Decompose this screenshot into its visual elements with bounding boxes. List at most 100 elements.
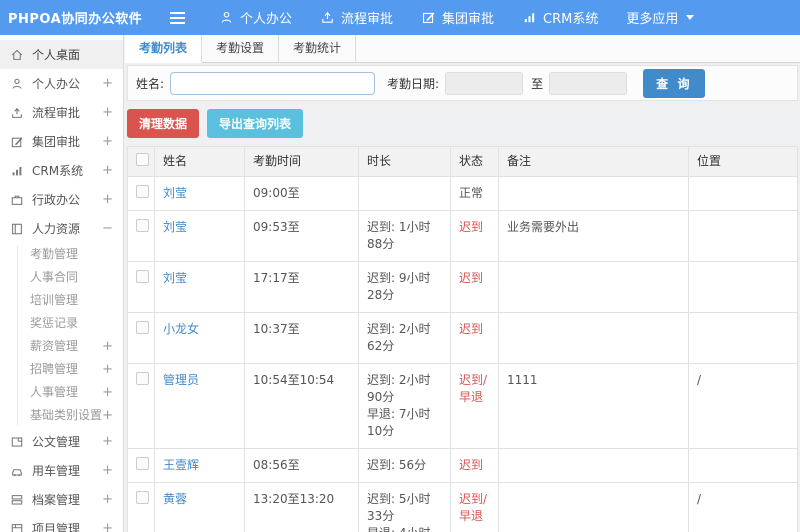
status-badge: 迟到: [459, 220, 484, 234]
employee-name-link[interactable]: 刘莹: [163, 271, 187, 285]
row-checkbox[interactable]: [136, 270, 149, 283]
expand-toggle-icon[interactable]: +: [102, 404, 113, 427]
row-checkbox[interactable]: [136, 321, 149, 334]
sidebar-item-项目管理[interactable]: 项目管理 +: [0, 514, 123, 532]
sidebar-subitem-薪资管理[interactable]: 薪资管理 +: [0, 335, 123, 358]
nav-item-更多应用[interactable]: 更多应用: [626, 8, 695, 27]
sidebar-item-label: 人力资源: [32, 222, 81, 236]
status-badge: 迟到: [459, 271, 484, 285]
to-label: 至: [531, 76, 544, 91]
date-start-input[interactable]: [445, 71, 524, 95]
tab-考勤列表[interactable]: 考勤列表: [125, 35, 203, 63]
home-icon: [11, 49, 23, 60]
row-checkbox[interactable]: [136, 457, 149, 470]
duration-cell: 迟到: 9小时28分: [358, 261, 451, 313]
sidebar-subitem-考勤管理[interactable]: 考勤管理: [0, 243, 123, 266]
attendance-time-cell: 10:54至10:54: [244, 363, 359, 449]
expand-toggle-icon[interactable]: +: [102, 381, 113, 404]
column-header-考勤时间: 考勤时间: [244, 146, 359, 177]
sidebar-subitem-人事合同[interactable]: 人事合同: [0, 266, 123, 289]
table-row: 刘莹 09:53至 迟到: 1小时88分 迟到 业务需要外出: [127, 210, 798, 262]
expand-toggle-icon[interactable]: +: [102, 335, 113, 358]
remark-cell: [498, 312, 689, 364]
sidebar-item-CRM系统[interactable]: CRM系统 +: [0, 156, 123, 185]
expand-toggle-icon[interactable]: +: [102, 76, 113, 91]
expand-toggle-icon[interactable]: +: [102, 492, 113, 507]
location-cell: [688, 448, 798, 483]
remark-cell: [498, 176, 689, 211]
project-icon: [11, 523, 23, 532]
sidebar-subitem-label: 薪资管理: [30, 339, 79, 353]
archive-icon: [11, 494, 23, 505]
app-logo: PHPOA协同办公软件: [8, 12, 143, 27]
search-button[interactable]: 查 询: [643, 68, 706, 98]
status-badge: 迟到/早退: [459, 492, 488, 523]
attendance-table: 姓名 考勤时间 时长 状态 备注 位置 刘莹 09:00至 正常 刘莹 09:53至 迟到: 1小时…: [127, 146, 798, 532]
expand-toggle-icon[interactable]: +: [102, 192, 113, 207]
sidebar: 个人桌面 个人办公 + 流程审批 + 集团审批 + CRM系统 + 行政办公 + 人力资源 − 考勤管理人…: [0, 35, 124, 532]
date-end-input[interactable]: [549, 71, 628, 95]
expand-toggle-icon[interactable]: +: [102, 434, 113, 449]
sidebar-item-流程审批[interactable]: 流程审批 +: [0, 98, 123, 127]
sidebar-item-label: 公文管理: [32, 435, 81, 449]
main-content: 考勤列表 考勤设置 考勤统计 姓名: 考勤日期: 至 查 询 清理数据 导出查询列表…: [125, 35, 800, 532]
sidebar-item-个人桌面[interactable]: 个人桌面: [0, 40, 123, 69]
sidebar-subitem-招聘管理[interactable]: 招聘管理 +: [0, 358, 123, 381]
nav-item-CRM系统[interactable]: CRM系统: [522, 8, 598, 27]
menu-toggle-icon[interactable]: [170, 11, 185, 24]
expand-toggle-icon[interactable]: −: [102, 221, 113, 236]
nav-item-流程审批[interactable]: 流程审批: [320, 8, 393, 27]
export-list-button[interactable]: 导出查询列表: [207, 109, 304, 138]
tab-考勤统计[interactable]: 考勤统计: [279, 35, 357, 62]
expand-toggle-icon[interactable]: +: [102, 358, 113, 381]
sidebar-subitem-基础类别设置[interactable]: 基础类别设置 +: [0, 404, 123, 427]
expand-toggle-icon[interactable]: +: [102, 163, 113, 178]
expand-toggle-icon[interactable]: +: [102, 134, 113, 149]
table-row: 黄蓉 13:20至13:20迟到: 5小时33分早退: 4小时67分迟到/早退 /: [127, 482, 798, 532]
table-row: 管理员 10:54至10:54 迟到: 2小时90分 早退: 7小时10分 迟到/早退 1…: [127, 363, 798, 449]
sidebar-subitem-人事管理[interactable]: 人事管理 +: [0, 381, 123, 404]
employee-name-link[interactable]: 黄蓉: [163, 492, 187, 506]
nav-item-label: 集团审批: [442, 12, 495, 27]
row-checkbox[interactable]: [136, 219, 149, 232]
nav-item-label: 更多应用: [626, 12, 679, 27]
row-checkbox[interactable]: [136, 185, 149, 198]
sidebar-subitem-label: 人事管理: [30, 385, 79, 399]
edit-icon: [423, 12, 435, 24]
nav-item-个人办公[interactable]: 个人办公: [219, 8, 292, 27]
name-input[interactable]: [170, 71, 376, 95]
expand-toggle-icon[interactable]: +: [102, 521, 113, 532]
employee-name-link[interactable]: 刘莹: [163, 220, 187, 234]
row-checkbox[interactable]: [136, 372, 149, 385]
status-cell: 迟到: [450, 261, 499, 313]
sidebar-item-公文管理[interactable]: 公文管理 +: [0, 427, 123, 456]
expand-toggle-icon[interactable]: +: [102, 463, 113, 478]
chart-icon: [12, 166, 22, 175]
sidebar-subitem-label: 奖惩记录: [30, 316, 79, 330]
sidebar-subitem-培训管理[interactable]: 培训管理: [0, 289, 123, 312]
nav-item-label: 流程审批: [341, 12, 394, 27]
sidebar-item-行政办公[interactable]: 行政办公 +: [0, 185, 123, 214]
sidebar-item-用车管理[interactable]: 用车管理 +: [0, 456, 123, 485]
employee-name-link[interactable]: 刘莹: [163, 186, 187, 200]
duration-cell: 迟到: 5小时33分早退: 4小时67分: [358, 482, 451, 532]
sidebar-item-人力资源[interactable]: 人力资源 −: [0, 214, 123, 243]
employee-name-link[interactable]: 小龙女: [163, 322, 199, 336]
nav-item-集团审批[interactable]: 集团审批: [421, 8, 494, 27]
table-header-row: 姓名 考勤时间 时长 状态 备注 位置: [127, 146, 798, 177]
clear-data-button[interactable]: 清理数据: [127, 109, 200, 138]
tab-考勤设置[interactable]: 考勤设置: [202, 35, 280, 62]
sidebar-item-集团审批[interactable]: 集团审批 +: [0, 127, 123, 156]
column-header-时长: 时长: [358, 146, 451, 177]
sidebar-subitem-奖惩记录[interactable]: 奖惩记录: [0, 312, 123, 335]
caret-down-icon: [686, 15, 695, 20]
row-checkbox[interactable]: [136, 491, 149, 504]
expand-toggle-icon[interactable]: +: [102, 105, 113, 120]
select-all-checkbox[interactable]: [136, 153, 149, 166]
book-icon: [12, 223, 22, 234]
employee-name-link[interactable]: 王壹辉: [163, 458, 199, 472]
status-cell: 正常: [450, 176, 499, 211]
sidebar-item-档案管理[interactable]: 档案管理 +: [0, 485, 123, 514]
employee-name-link[interactable]: 管理员: [163, 373, 199, 387]
sidebar-item-个人办公[interactable]: 个人办公 +: [0, 69, 123, 98]
